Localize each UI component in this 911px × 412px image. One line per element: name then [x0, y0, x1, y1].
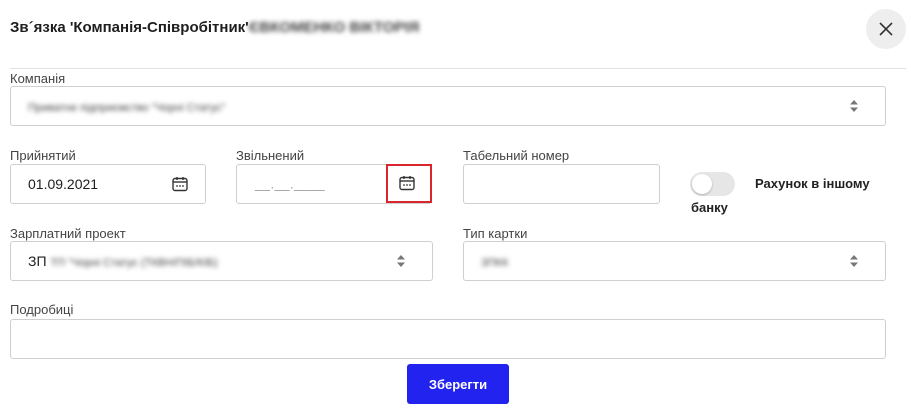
select-arrows-icon [850, 255, 858, 267]
tab-number-input[interactable] [463, 164, 660, 204]
company-value: Приватне підприємство "Чорні Статус" [28, 102, 226, 114]
hired-label: Прийнятий [10, 148, 76, 163]
header-divider [10, 68, 906, 69]
hired-date-input[interactable]: 01.09.2021 [10, 164, 206, 204]
toggle-knob [692, 174, 712, 194]
details-input[interactable] [10, 319, 886, 359]
other-bank-label: Рахунок в іншому [755, 176, 870, 191]
salary-project-select[interactable]: ЗП ТП "Чорні Статус (ТКВН/ПІБ/КІБ) [10, 241, 433, 281]
fired-calendar-button[interactable] [386, 164, 432, 203]
select-arrows-icon [850, 100, 858, 112]
company-label: Компанія [10, 71, 66, 86]
employee-name: ЄВКОМЕНКО ВІКТОРІЯ [248, 19, 420, 36]
salary-project-label: Зарплатний проект [10, 226, 126, 241]
select-arrows-icon [397, 255, 405, 267]
calendar-icon[interactable] [171, 175, 189, 193]
fired-date-placeholder: __.__.____ [255, 176, 326, 192]
dialog-title-text: Зв´язка 'Компанія-Співробітник' [10, 19, 249, 36]
other-bank-label-line2: банку [691, 200, 728, 215]
card-type-select[interactable]: ЗПКК [463, 241, 886, 281]
salary-project-prefix: ЗП [28, 253, 47, 269]
details-label: Подробиці [10, 302, 74, 317]
dialog-title: Зв´язка 'Компанія-Співробітник'ЄВКОМЕНКО… [10, 19, 419, 36]
card-type-label: Тип картки [463, 226, 528, 241]
company-select[interactable]: Приватне підприємство "Чорні Статус" [10, 86, 886, 126]
card-type-value: ЗПКК [481, 257, 509, 269]
save-button[interactable]: Зберегти [407, 364, 509, 404]
calendar-icon [399, 176, 415, 191]
close-icon [879, 22, 893, 36]
fired-label: Звільнений [236, 148, 305, 163]
salary-project-value: ТП "Чорні Статус (ТКВН/ПІБ/КІБ) [50, 257, 218, 269]
other-bank-toggle[interactable] [690, 172, 735, 196]
tab-number-label: Табельний номер [463, 148, 570, 163]
hired-date-value: 01.09.2021 [28, 176, 99, 192]
close-button[interactable] [866, 9, 906, 49]
